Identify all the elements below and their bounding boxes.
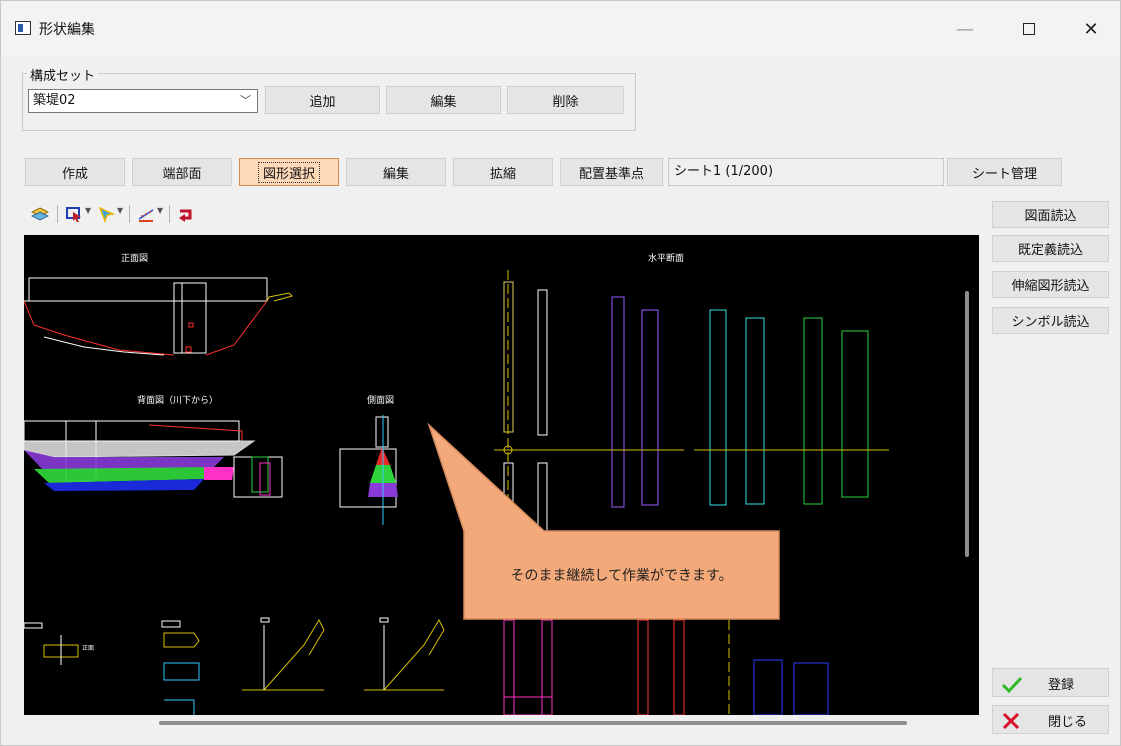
- chevron-down-icon[interactable]: ▼: [117, 206, 123, 215]
- edit-mode-button[interactable]: 編集: [346, 158, 446, 186]
- delete-button[interactable]: 削除: [507, 86, 624, 114]
- load-predefined-button[interactable]: 既定義読込: [992, 235, 1109, 262]
- app-icon: [15, 21, 31, 35]
- cad-drawing: 正面図 水平断面 背面図（川下から） 側面図 正面: [24, 252, 889, 715]
- maximize-icon: [1023, 23, 1035, 35]
- sheet-manage-label: シート管理: [971, 166, 1037, 182]
- scale-button[interactable]: 拡縮: [453, 158, 553, 186]
- register-button[interactable]: 登録: [992, 668, 1109, 697]
- side-view-label: 側面図: [367, 394, 394, 406]
- edit-config-label: 編集: [430, 94, 457, 110]
- undo-icon[interactable]: [177, 205, 195, 223]
- pointer-icon[interactable]: [97, 205, 115, 223]
- load-symbol-button[interactable]: シンボル読込: [992, 307, 1109, 334]
- config-set-value: 築堤02: [33, 93, 76, 108]
- title-bar: 形状編集 — ✕: [1, 1, 1120, 57]
- load-symbol-label: シンボル読込: [1011, 315, 1090, 330]
- callout-text: そのまま継続して作業ができます。: [510, 568, 733, 584]
- front-view: [24, 277, 293, 356]
- toolbar-separator: [57, 205, 58, 223]
- sheet-field[interactable]: シート1 (1/200): [668, 158, 944, 186]
- add-button[interactable]: 追加: [265, 86, 380, 114]
- config-set-legend: 構成セット: [27, 65, 99, 84]
- rear-view: [24, 420, 283, 498]
- check-icon: [1001, 676, 1023, 694]
- load-stretch-label: 伸縮図形読込: [1011, 279, 1090, 294]
- chevron-down-icon: ﹀: [240, 94, 251, 107]
- layers-icon[interactable]: [31, 205, 49, 223]
- minimize-icon: —: [956, 18, 974, 40]
- config-set-select[interactable]: 築堤02 ﹀: [28, 89, 258, 113]
- create-button[interactable]: 作成: [25, 158, 125, 186]
- scale-label: 拡縮: [489, 166, 516, 182]
- horizontal-section: [494, 270, 889, 565]
- horizontal-scrollbar[interactable]: [159, 721, 907, 725]
- sheet-manage-button[interactable]: シート管理: [947, 158, 1062, 186]
- front-view-label: 正面図: [121, 253, 148, 264]
- edit-mode-label: 編集: [382, 166, 409, 182]
- measure-icon[interactable]: [137, 205, 155, 223]
- rear-view-label: 背面図（川下から）: [137, 394, 218, 406]
- chevron-down-icon[interactable]: ▼: [85, 206, 91, 215]
- window-title: 形状編集: [39, 22, 95, 38]
- load-drawing-button[interactable]: 図面読込: [992, 201, 1109, 228]
- toolbar-separator: [129, 205, 130, 223]
- end-section-label: 端部面: [162, 166, 202, 182]
- side-view: [339, 415, 398, 525]
- shape-select-label: 図形選択: [257, 161, 320, 183]
- close-label: 閉じる: [1048, 715, 1088, 730]
- close-x-icon: [1002, 712, 1020, 730]
- close-button[interactable]: 閉じる: [992, 705, 1109, 734]
- minimize-button[interactable]: —: [945, 13, 985, 45]
- close-window-button[interactable]: ✕: [1071, 13, 1111, 45]
- edit-config-button[interactable]: 編集: [386, 86, 501, 114]
- lower-shapes: [24, 617, 829, 715]
- toolbar-separator: [169, 205, 170, 223]
- chevron-down-icon[interactable]: ▼: [157, 206, 163, 215]
- load-drawing-label: 図面読込: [1024, 209, 1077, 224]
- drawing-canvas[interactable]: 正面図 水平断面 背面図（川下から） 側面図 正面: [24, 235, 979, 715]
- select-rect-icon[interactable]: [65, 205, 83, 223]
- vertical-scrollbar[interactable]: [965, 291, 969, 557]
- base-point-label: 配置基準点: [578, 166, 644, 182]
- end-section-button[interactable]: 端部面: [132, 158, 232, 186]
- register-label: 登録: [1048, 678, 1075, 693]
- shape-edit-window: 形状編集 — ✕ 構成セット 築堤02 ﹀ 追加 編集 削除 作成 端部面 図形…: [0, 0, 1121, 746]
- create-label: 作成: [61, 166, 88, 182]
- delete-button-label: 削除: [552, 94, 579, 110]
- maximize-button[interactable]: [1009, 13, 1049, 45]
- small-front-label: 正面: [82, 645, 94, 652]
- horizontal-section-label: 水平断面: [648, 252, 684, 264]
- close-icon: ✕: [1083, 18, 1099, 40]
- add-button-label: 追加: [309, 94, 336, 110]
- load-stretch-shape-button[interactable]: 伸縮図形読込: [992, 271, 1109, 298]
- load-predefined-label: 既定義読込: [1017, 243, 1083, 258]
- base-point-button[interactable]: 配置基準点: [560, 158, 663, 186]
- shape-select-button[interactable]: 図形選択: [239, 158, 339, 186]
